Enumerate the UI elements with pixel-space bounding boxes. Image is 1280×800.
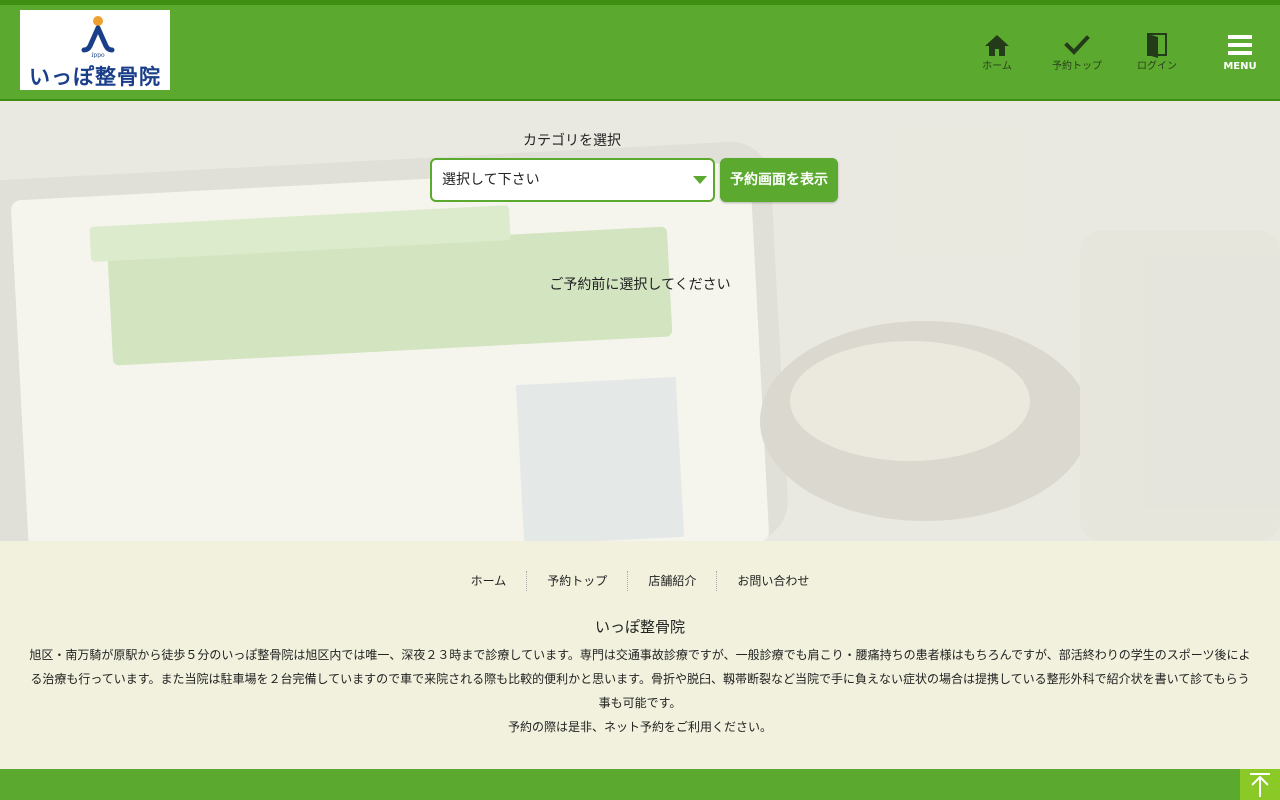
nav-home-label: ホーム: [982, 61, 1012, 72]
footer-link-home[interactable]: ホーム: [451, 571, 527, 591]
clinic-name: いっぽ整骨院: [594, 618, 685, 636]
hero-section: カテゴリを選択 選択して下さい 予約画面を表示 ご予約前に選択してください: [0, 101, 1280, 541]
footer-link-reservation-top[interactable]: 予約トップ: [526, 571, 627, 591]
clinic-note: 予約の際は是非、ネット予約をご利用ください。: [507, 720, 772, 734]
menu-button[interactable]: MENU: [1210, 31, 1270, 73]
footer-nav: ホーム 予約トップ 店舗紹介 お問い合わせ: [0, 571, 1280, 591]
scroll-to-top-button[interactable]: [1240, 769, 1280, 800]
logo-mark-icon: ippo: [81, 16, 115, 58]
footer-link-contact[interactable]: お問い合わせ: [716, 571, 829, 591]
nav-login-label: ログイン: [1137, 61, 1177, 72]
site-footer: ホーム 予約トップ 店舗紹介 お問い合わせ いっぽ整骨院 旭区・南万騎が原駅から徒歩５…: [0, 541, 1280, 769]
bottom-bar: [0, 769, 1280, 800]
logo-text: いっぽ整骨院: [29, 64, 161, 89]
hamburger-icon: [1228, 35, 1252, 55]
menu-label: MENU: [1223, 61, 1257, 72]
check-icon: [1064, 35, 1090, 55]
nav-login[interactable]: ログイン: [1117, 31, 1197, 73]
nav-reservation-top[interactable]: 予約トップ: [1037, 31, 1117, 73]
footer-link-store-info[interactable]: 店舗紹介: [627, 571, 716, 591]
category-select-value: 選択して下さい: [442, 172, 540, 188]
nav-home[interactable]: ホーム: [957, 31, 1037, 73]
nav-reservation-top-label: 予約トップ: [1052, 61, 1102, 72]
show-reservation-button[interactable]: 予約画面を表示: [720, 158, 838, 202]
chevron-down-icon: [693, 176, 707, 184]
selection-hint: ご予約前に選択してください: [549, 277, 731, 293]
site-header: ippo いっぽ整骨院 ホーム 予約トップ ログイン MENU: [0, 0, 1280, 101]
arrow-up-icon: [1250, 773, 1270, 797]
clinic-logo[interactable]: ippo いっぽ整骨院: [20, 10, 170, 90]
category-label: カテゴリを選択: [523, 133, 621, 149]
home-icon: [985, 35, 1009, 56]
logo-mark-text: ippo: [91, 52, 105, 58]
door-icon: [1147, 33, 1167, 58]
clinic-description: 旭区・南万騎が原駅から徒歩５分のいっぽ整骨院は旭区内では唯一、深夜２３時まで診療…: [29, 648, 1251, 710]
category-select[interactable]: 選択して下さい: [430, 158, 715, 202]
